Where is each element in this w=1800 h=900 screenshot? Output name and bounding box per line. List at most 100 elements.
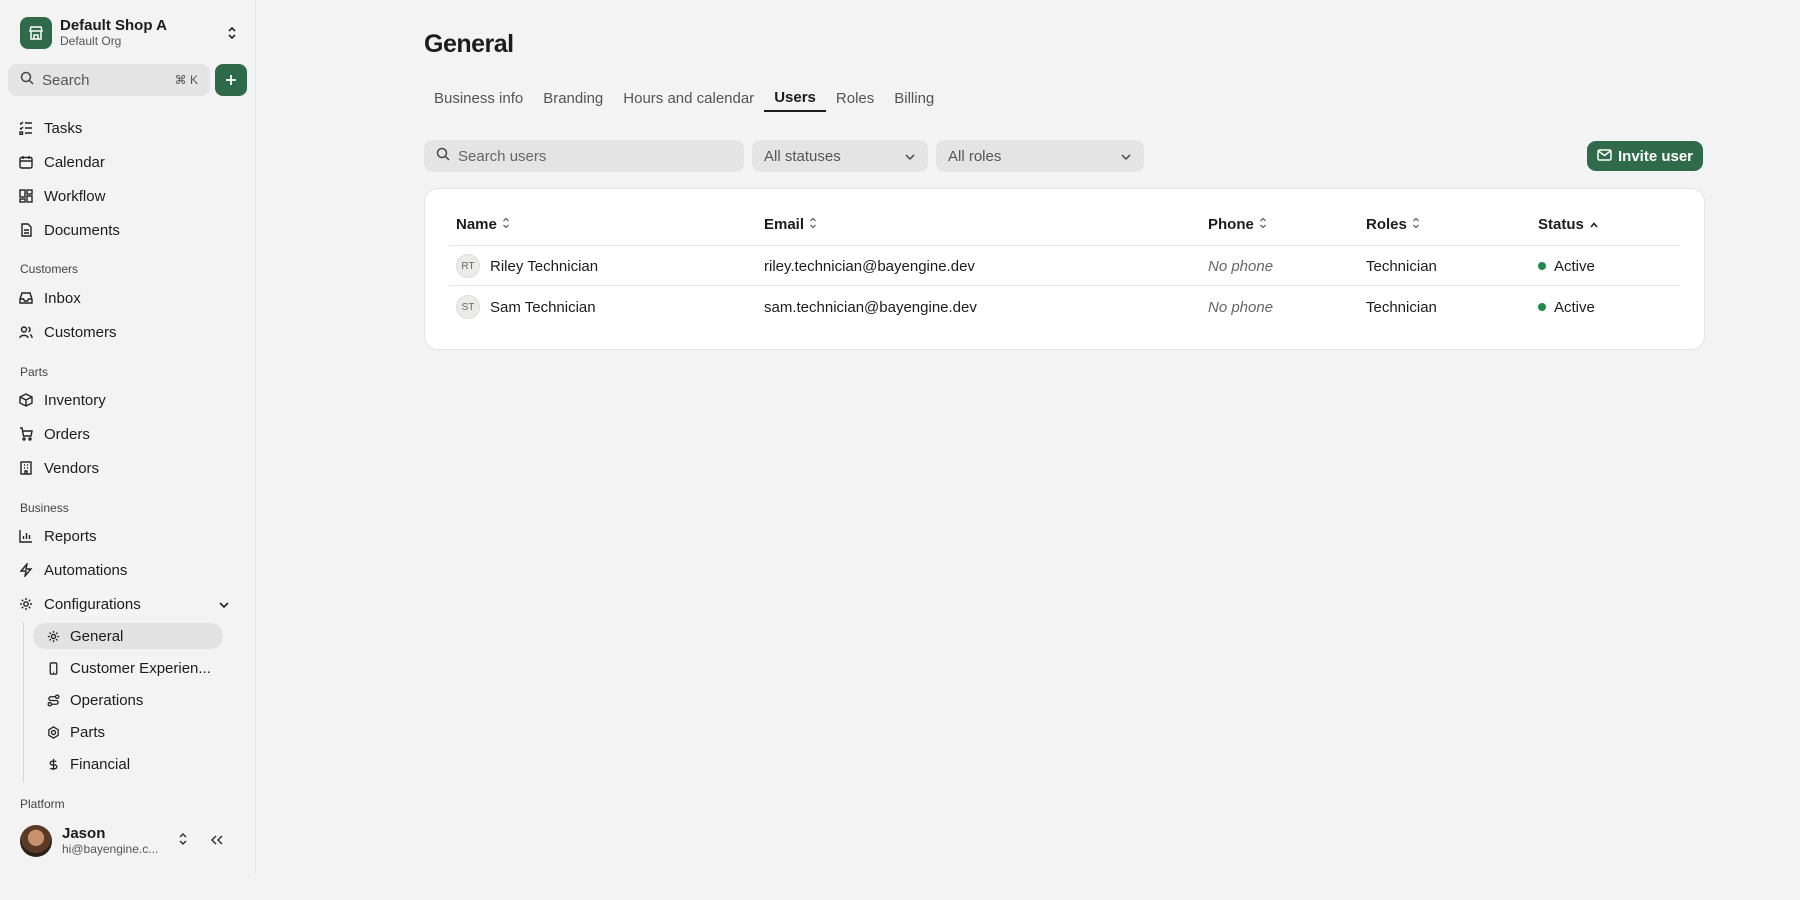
- users-table: Name Email Phone Roles Status RT Riley T…: [424, 188, 1705, 350]
- sidebar-item-label: Customers: [44, 323, 117, 341]
- tab-hours-and-calendar[interactable]: Hours and calendar: [613, 84, 764, 112]
- table-row[interactable]: RT Riley Technician riley.technician@bay…: [449, 246, 1680, 286]
- sidebar-item-inventory[interactable]: Inventory: [8, 385, 240, 415]
- tab-business-info[interactable]: Business info: [424, 84, 533, 112]
- sidebar-item-label: Reports: [44, 527, 97, 545]
- invite-user-label: Invite user: [1617, 147, 1694, 165]
- role-cell: Technician: [1366, 298, 1437, 316]
- sidebar-subitem-financial[interactable]: Financial: [33, 751, 223, 777]
- collapse-sidebar-icon[interactable]: [210, 833, 224, 850]
- tab-billing[interactable]: Billing: [884, 84, 944, 112]
- sidebar-subitem-label: Financial: [70, 755, 131, 773]
- name-cell: ST Sam Technician: [456, 287, 596, 327]
- shopping-cart-icon: [18, 426, 34, 442]
- sidebar-item-calendar[interactable]: Calendar: [8, 147, 240, 177]
- sidebar-item-label: Vendors: [44, 459, 100, 477]
- sidebar-subitem-label: General: [70, 627, 124, 645]
- calendar-icon: [18, 154, 34, 170]
- tab-roles[interactable]: Roles: [826, 84, 884, 112]
- sidebar-item-documents[interactable]: Documents: [8, 215, 240, 245]
- sidebar-item-configurations[interactable]: Configurations: [8, 589, 240, 619]
- sidebar-item-label: Configurations: [44, 595, 141, 613]
- chevron-down-icon: [904, 148, 916, 165]
- org-name: Default Org: [60, 34, 122, 48]
- sidebar-subitem-label: Parts: [70, 723, 106, 741]
- bar-chart-icon: [18, 528, 34, 544]
- status-filter-select[interactable]: All statuses: [752, 140, 928, 172]
- phone-cell: No phone: [1208, 298, 1274, 316]
- sidebar: Default Shop A Default Org Search ⌘ K Ta…: [0, 0, 256, 873]
- sidebar-subitem-operations[interactable]: Operations: [33, 687, 223, 713]
- user-search-placeholder: Search users: [458, 147, 547, 165]
- sidebar-subitem-parts[interactable]: Parts: [33, 719, 223, 745]
- sidebar-subitem-label: Customer Experien...: [70, 659, 211, 677]
- section-parts: Parts: [20, 365, 49, 379]
- route-icon: [45, 692, 61, 708]
- tab-branding[interactable]: Branding: [533, 84, 613, 112]
- sidebar-item-reports[interactable]: Reports: [8, 521, 240, 551]
- email-cell: sam.technician@bayengine.dev: [764, 298, 977, 316]
- sort-icon: [809, 216, 817, 233]
- tab-users[interactable]: Users: [764, 84, 826, 112]
- column-header-status[interactable]: Status: [1538, 216, 1599, 233]
- chevrons-up-down-icon[interactable]: [224, 23, 240, 43]
- status-dot: [1538, 262, 1546, 270]
- section-customers: Customers: [20, 262, 79, 276]
- status-cell: Active: [1538, 287, 1595, 327]
- sidebar-item-automations[interactable]: Automations: [8, 555, 240, 585]
- roles-filter-select[interactable]: All roles: [936, 140, 1144, 172]
- column-header-label: Email: [764, 216, 805, 233]
- user-name: Sam Technician: [490, 298, 596, 316]
- sidebar-item-orders[interactable]: Orders: [8, 419, 240, 449]
- chevrons-up-down-icon[interactable]: [178, 832, 188, 850]
- sidebar-item-workflow[interactable]: Workflow: [8, 181, 240, 211]
- sidebar-item-inbox[interactable]: Inbox: [8, 283, 240, 313]
- sidebar-subitem-customer-experience[interactable]: Customer Experien...: [33, 655, 223, 681]
- inbox-icon: [18, 290, 34, 306]
- page-title: General: [424, 30, 514, 58]
- name-cell: RT Riley Technician: [456, 246, 598, 286]
- status-badge: Active: [1554, 298, 1595, 316]
- search-label: Search: [42, 71, 90, 89]
- add-button[interactable]: [215, 64, 247, 96]
- users-icon: [18, 324, 34, 340]
- user-search-input[interactable]: Search users: [424, 140, 744, 172]
- sidebar-item-tasks[interactable]: Tasks: [8, 113, 240, 143]
- avatar: RT: [456, 254, 480, 278]
- user-name: Jason: [62, 825, 106, 842]
- table-row[interactable]: ST Sam Technician sam.technician@bayengi…: [449, 287, 1680, 327]
- smartphone-icon: [45, 660, 61, 676]
- sidebar-subitem-label: Operations: [70, 691, 144, 709]
- column-header-label: Name: [456, 216, 497, 233]
- shop-logo-icon: [20, 17, 52, 49]
- package-icon: [18, 392, 34, 408]
- column-header-roles[interactable]: Roles: [1366, 216, 1420, 233]
- sidebar-item-label: Inbox: [44, 289, 81, 307]
- sidebar-subitem-general[interactable]: General: [33, 623, 223, 649]
- search-icon: [20, 71, 34, 89]
- column-header-phone[interactable]: Phone: [1208, 216, 1267, 233]
- invite-user-button[interactable]: Invite user: [1587, 141, 1703, 171]
- sidebar-item-label: Inventory: [44, 391, 106, 409]
- zap-icon: [18, 562, 34, 578]
- sidebar-item-label: Calendar: [44, 153, 105, 171]
- status-badge: Active: [1554, 257, 1595, 275]
- sidebar-item-vendors[interactable]: Vendors: [8, 453, 240, 483]
- column-header-email[interactable]: Email: [764, 216, 817, 233]
- dollar-sign-icon: [45, 756, 61, 772]
- sidebar-item-customers[interactable]: Customers: [8, 317, 240, 347]
- list-checks-icon: [18, 120, 34, 136]
- chevron-down-icon[interactable]: [218, 596, 230, 613]
- column-header-name[interactable]: Name: [456, 216, 510, 233]
- cog-part-icon: [45, 724, 61, 740]
- mail-icon: [1597, 148, 1612, 165]
- status-cell: Active: [1538, 246, 1595, 286]
- search-shortcut: ⌘ K: [174, 73, 198, 87]
- shop-switcher[interactable]: Default Shop A Default Org: [20, 17, 240, 49]
- sidebar-search[interactable]: Search ⌘ K: [8, 64, 210, 96]
- user-menu[interactable]: Jason hi@bayengine.c...: [20, 825, 240, 857]
- gear-icon: [18, 596, 34, 612]
- sidebar-item-label: Documents: [44, 221, 120, 239]
- gear-icon: [45, 628, 61, 644]
- sort-icon: [502, 216, 510, 233]
